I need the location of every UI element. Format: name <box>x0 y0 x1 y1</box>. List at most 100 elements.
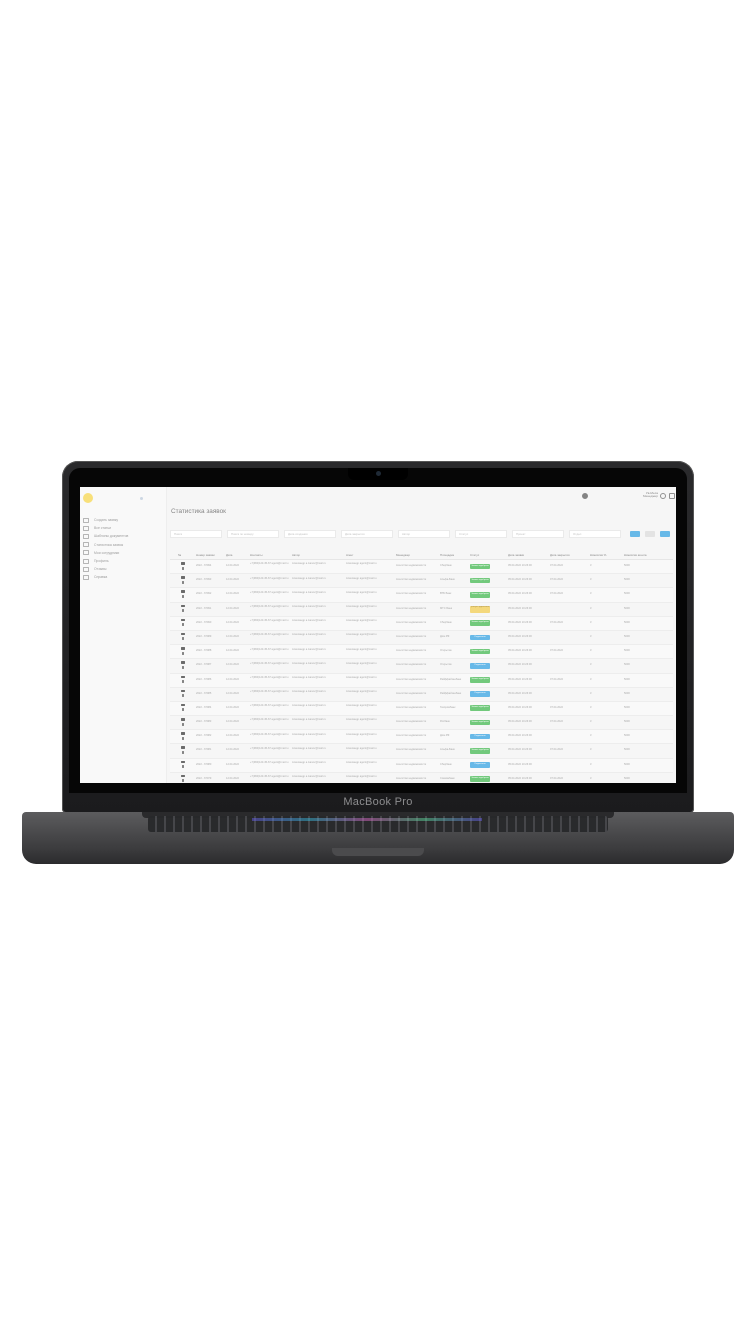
table-row[interactable]: 2022 - 67992 12.04.2022 +7(960)123-45-67 a… <box>170 588 673 603</box>
column-header[interactable]: Дата заявки <box>508 553 524 557</box>
cell-commission: 3 <box>590 578 592 582</box>
filter-field[interactable]: Автор <box>398 530 450 538</box>
table-row[interactable]: 2022 - 67979 12.04.2022 +7(960)123-45-67 a… <box>170 773 673 783</box>
table-row[interactable]: 2022 - 67986 12.04.2022 +7(960)123-45-67 a… <box>170 673 673 688</box>
column-header[interactable]: Агент <box>346 553 353 557</box>
sidebar-item[interactable]: Справка <box>83 573 163 581</box>
avatar[interactable] <box>582 493 588 499</box>
download-icon[interactable] <box>181 661 185 669</box>
column-header[interactable]: Комиссия % <box>590 553 606 557</box>
column-header[interactable]: № <box>178 553 181 557</box>
download-icon[interactable] <box>181 632 185 641</box>
table-row[interactable]: 2022 - 67980 12.04.2022 +7(960)123-45-67 a… <box>170 758 673 773</box>
table-row[interactable]: 2022 - 67994 12.04.2022 +7(960)123-45-67 a… <box>170 560 673 575</box>
table-row[interactable]: 2022 - 67985 12.04.2022 +7(960)123-45-67 a… <box>170 688 673 702</box>
profile-icon[interactable] <box>660 493 666 499</box>
cell-date: 12.04.2022 <box>226 677 239 681</box>
cell-agent: Александр agent@mail.ru <box>346 562 377 566</box>
table-row[interactable]: 2022 - 67983 12.04.2022 +7(960)123-45-67 a… <box>170 716 673 731</box>
top-bar: Ув-Меса Менеджер <box>166 487 676 503</box>
column-header[interactable]: Контакты <box>250 553 263 557</box>
cell-order: 2022 - 67981 <box>196 748 212 752</box>
sidebar-item[interactable]: Мои сотрудники <box>83 549 163 557</box>
cell-agent: Александр agent@mail.ru <box>346 732 377 736</box>
download-icon[interactable] <box>181 590 185 598</box>
camera-icon <box>375 471 381 476</box>
download-icon[interactable] <box>181 618 185 627</box>
apply-filter-button[interactable] <box>630 531 640 537</box>
app-screen: Создать заявку Все статьи Шаблоны документ… <box>80 487 676 783</box>
column-header[interactable]: Номер заявки <box>196 553 215 557</box>
cell-manager: Агентство недвижимости <box>396 606 427 610</box>
sidebar-item-label: Все статьи <box>94 526 112 531</box>
cell-agent: Александр agent@mail.ru <box>346 661 377 665</box>
column-header[interactable]: Менеджер <box>396 553 410 557</box>
sidebar-item[interactable]: Отзывы <box>83 565 163 573</box>
cell-date-created: 05.04.2022 10:26:00 <box>508 720 532 724</box>
download-icon[interactable] <box>181 774 185 783</box>
status-badge: Заявка одобрена <box>470 776 490 782</box>
filter-field[interactable]: Поиск по номеру <box>227 530 279 538</box>
table-row[interactable]: 2022 - 67981 12.04.2022 +7(960)123-45-67 a… <box>170 744 673 759</box>
download-icon[interactable] <box>181 675 185 684</box>
column-header[interactable]: Дата <box>226 553 232 557</box>
sidebar-item[interactable]: Статистика заявок <box>83 541 163 549</box>
column-header[interactable]: Статус <box>470 553 479 557</box>
app-logo[interactable] <box>83 493 93 503</box>
sidebar-item[interactable]: Шаблоны документов <box>83 532 163 540</box>
reset-filter-button[interactable] <box>645 531 655 537</box>
download-icon[interactable] <box>181 746 185 754</box>
user-icon <box>83 558 89 564</box>
download-icon[interactable] <box>181 703 185 712</box>
cell-author: Александр a.ivanov@mail.ru <box>292 690 326 694</box>
table-row[interactable]: 2022 - 67984 12.04.2022 +7(960)123-45-67 a… <box>170 701 673 717</box>
sidebar-item-label: Статистика заявок <box>94 542 124 547</box>
filter-field[interactable]: Отдел <box>569 530 621 538</box>
sidebar-item[interactable]: Создать заявку <box>83 516 163 524</box>
column-header[interactable]: Автор <box>292 553 300 557</box>
sidebar: Создать заявку Все статьи Шаблоны документ… <box>80 487 167 783</box>
download-icon[interactable] <box>181 689 185 698</box>
export-button[interactable] <box>660 531 670 537</box>
sidebar-item[interactable]: Профиль <box>83 557 163 565</box>
table-row[interactable]: 2022 - 67987 12.04.2022 +7(960)123-45-67 a… <box>170 659 673 674</box>
download-icon[interactable] <box>181 562 185 570</box>
download-icon[interactable] <box>181 576 185 584</box>
table-row[interactable]: 2022 - 67990 12.04.2022 +7(960)123-45-67 a… <box>170 616 673 631</box>
logout-icon[interactable] <box>669 493 675 499</box>
sidebar-item[interactable]: Все статьи <box>83 524 163 532</box>
download-icon[interactable] <box>181 760 185 769</box>
cell-date-created: 05.04.2022 10:26:00 <box>508 705 532 709</box>
user-role: Менеджер <box>642 494 658 499</box>
table-row[interactable]: 2022 - 67993 12.04.2022 +7(960)123-45-67 a… <box>170 574 673 589</box>
download-icon[interactable] <box>181 647 185 655</box>
cell-manager: Агентство недвижимости <box>396 677 427 681</box>
filter-field[interactable]: Дата закрытия <box>341 530 393 538</box>
cell-author: Александр a.ivanov@mail.ru <box>292 732 326 736</box>
filter-field[interactable]: Проект <box>512 530 564 538</box>
user-info[interactable]: Ув-Меса Менеджер <box>642 491 658 499</box>
filter-field[interactable]: Статус <box>455 530 507 538</box>
column-header[interactable]: Площадка <box>440 553 454 557</box>
cell-platform: Сбербанк <box>440 564 452 567</box>
cell-manager: Агентство недвижимости <box>396 705 427 709</box>
filter-field[interactable]: Поиск <box>170 530 222 538</box>
cell-commission: 3 <box>590 691 592 695</box>
cell-manager: Агентство недвижимости <box>396 663 427 667</box>
cell-date-closed: 07.04.2022 <box>550 564 563 567</box>
table-row[interactable]: 2022 - 67982 12.04.2022 +7(960)123-45-67 a… <box>170 730 673 745</box>
cell-date-created: 05.04.2022 10:26:00 <box>508 649 532 653</box>
download-icon[interactable] <box>181 604 185 613</box>
table-row[interactable]: 2022 - 67989 12.04.2022 +7(960)123-45-67 a… <box>170 631 673 646</box>
table-row[interactable]: 2022 - 67991 12.04.2022 +7(960)123-45-67 a… <box>170 603 673 617</box>
table-row[interactable]: 2022 - 67988 12.04.2022 +7(960)123-45-67 a… <box>170 645 673 660</box>
cell-agent: Александр agent@mail.ru <box>346 633 377 637</box>
column-header[interactable]: Комиссия агента <box>624 553 646 557</box>
download-icon[interactable] <box>181 718 185 726</box>
cell-manager: Агентство недвижимости <box>396 634 427 638</box>
column-header[interactable]: Дата закрытия <box>550 553 570 557</box>
download-icon[interactable] <box>181 732 185 740</box>
filter-field[interactable]: Дата создания <box>284 530 336 538</box>
cell-platform: Газпромбанк <box>440 705 456 709</box>
sidebar-collapse-icon[interactable] <box>140 497 143 500</box>
